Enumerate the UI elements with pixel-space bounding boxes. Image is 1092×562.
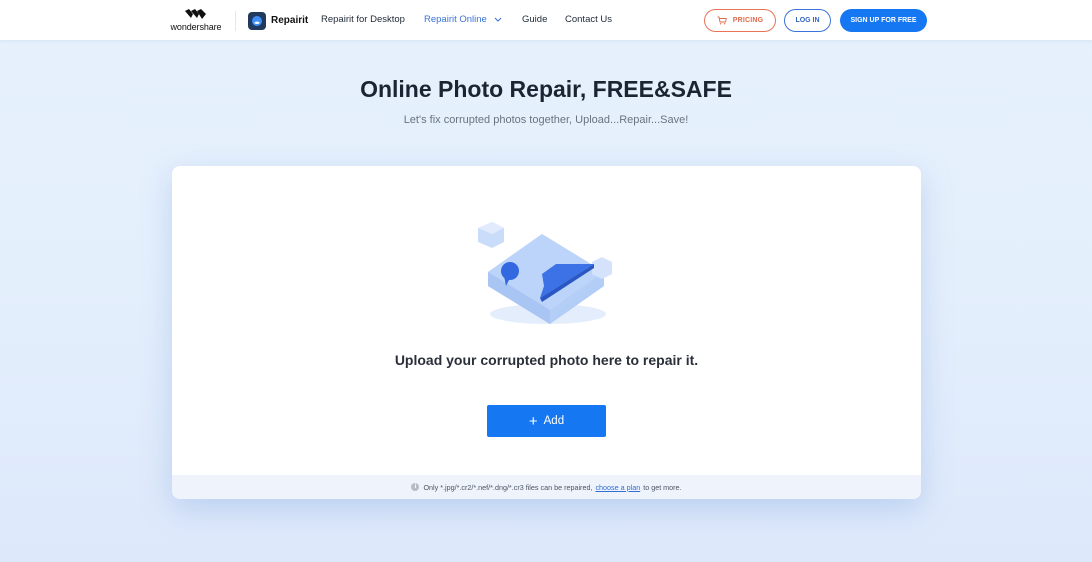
page-title: Online Photo Repair, FREE&SAFE [360,76,732,102]
chevron-down-icon [495,17,502,22]
pricing-button-label: PRICING [732,17,764,24]
upload-card: Upload your corrupted photo here to repa… [172,166,921,499]
photo-image-icon [478,222,612,324]
add-button-label: Add [543,415,565,427]
nav-repairit-online-label: Repairit Online [424,14,487,25]
upload-prompt: Upload your corrupted photo here to repa… [394,352,699,368]
login-button[interactable]: LOG IN [784,9,831,32]
wondershare-logo[interactable]: wondershare [168,9,224,35]
nav-guide[interactable]: Guide [522,14,547,25]
nav-repairit-for-desktop[interactable]: Repairit for Desktop [321,14,405,25]
nav-repairit-online[interactable]: Repairit Online [424,14,502,25]
wondershare-logo-text: wondershare [170,22,222,32]
supported-formats-note: i Only *.jpg/*.cr2/*.nef/*.dng/*.cr3 fil… [172,475,921,499]
top-navigation-bar: wondershare Repairit Repairit for Deskto… [0,0,1092,40]
repairit-app-icon [248,11,266,30]
formats-note-suffix: to get more. [643,482,682,492]
repairit-logo[interactable]: Repairit [248,11,308,30]
signup-button[interactable]: SIGN UP FOR FREE [840,9,927,32]
cart-icon [717,16,727,25]
nav-contact-us[interactable]: Contact Us [565,14,612,25]
page-subtitle: Let's fix corrupted photos together, Upl… [403,114,689,126]
choose-plan-link[interactable]: choose a plan [595,483,640,492]
info-icon: i [411,483,420,491]
header-divider [235,11,236,31]
repairit-logo-text: Repairit [271,15,309,26]
pricing-button[interactable]: PRICING [704,9,776,32]
add-file-button[interactable]: + Add [487,405,606,437]
wondershare-logo-icon [185,9,206,19]
plus-icon: + [528,412,538,430]
formats-note-text: Only *.jpg/*.cr2/*.nef/*.dng/*.cr3 files… [423,482,593,492]
